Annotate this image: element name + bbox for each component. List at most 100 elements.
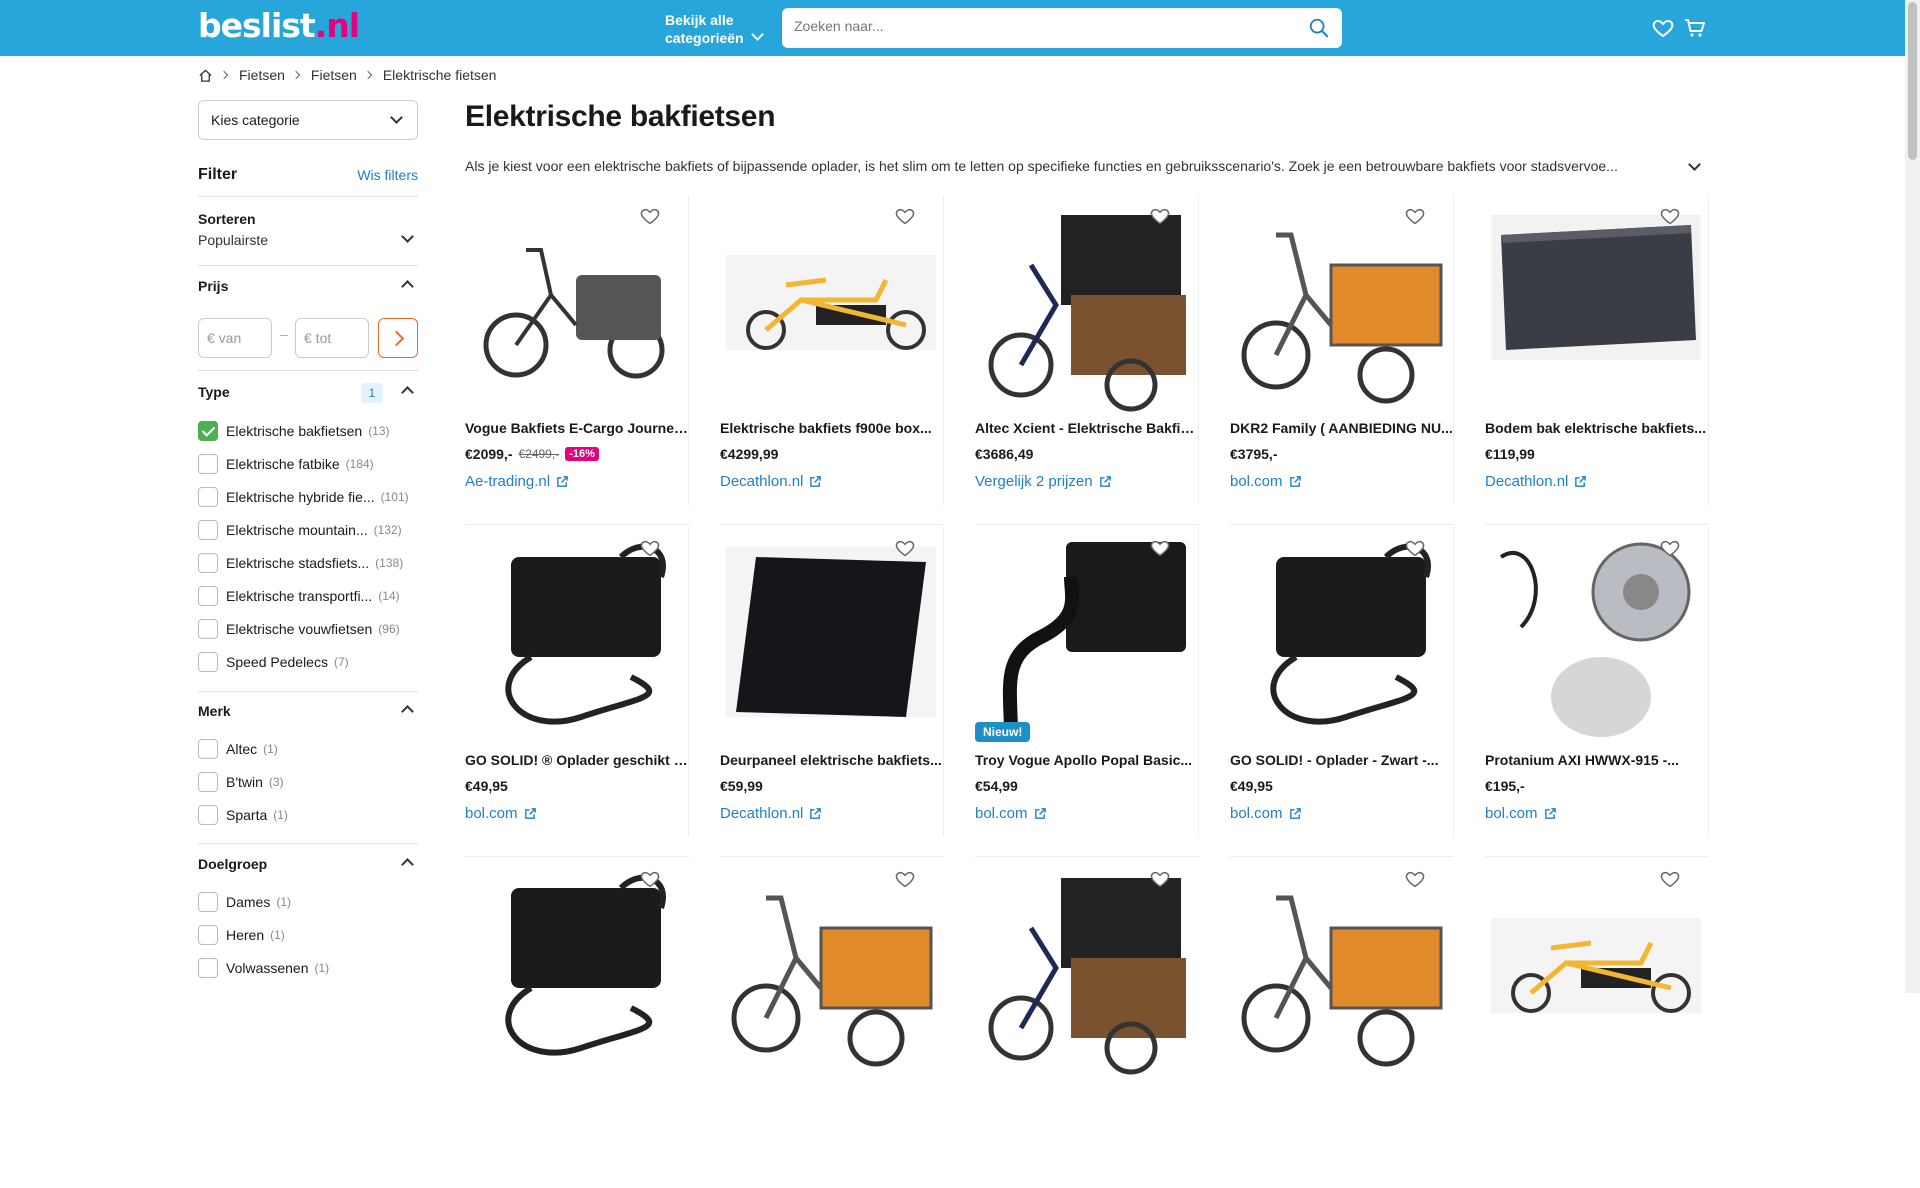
shop-link[interactable]: Vergelijk 2 prijzen [975, 473, 1112, 490]
checkbox[interactable] [198, 772, 218, 792]
filter-option[interactable]: Dames (1) [198, 891, 291, 913]
product-card[interactable]: Elektrische bakfiets f900e box... €4299,9… [720, 195, 944, 525]
price-from-input[interactable]: € van [198, 318, 272, 358]
product-card[interactable] [975, 858, 1199, 1188]
product-image[interactable] [726, 868, 936, 1078]
filter-option[interactable]: Elektrische fatbike (184) [198, 453, 374, 475]
product-name[interactable]: Altec Xcient - Elektrische Bakfiet... [975, 420, 1199, 436]
shop-link[interactable]: bol.com [975, 805, 1047, 822]
favorite-heart-icon[interactable] [1659, 205, 1681, 227]
shop-link[interactable]: bol.com [465, 805, 537, 822]
chevron-up-icon[interactable] [401, 386, 414, 399]
filter-option[interactable]: Elektrische vouwfietsen (96) [198, 618, 400, 640]
product-card[interactable] [465, 858, 689, 1188]
breadcrumb-link[interactable]: Fietsen [311, 67, 357, 83]
chevron-up-icon[interactable] [401, 280, 414, 293]
product-name[interactable]: Deurpaneel elektrische bakfiets... [720, 752, 944, 768]
checkbox[interactable] [198, 739, 218, 759]
filter-option[interactable]: Elektrische mountain... (132) [198, 519, 402, 541]
price-to-input[interactable]: € tot [295, 318, 369, 358]
product-image[interactable] [981, 205, 1191, 415]
product-name[interactable]: GO SOLID! - Oplader - Zwart -... [1230, 752, 1454, 768]
product-image[interactable] [471, 868, 681, 1078]
checkbox[interactable] [198, 925, 218, 945]
product-card[interactable]: Nieuw! Troy Vogue Apollo Popal Basic... €5… [975, 527, 1199, 857]
product-card[interactable] [1485, 858, 1709, 1188]
shop-link[interactable]: Decathlon.nl [720, 805, 822, 822]
favorite-heart-icon[interactable] [639, 868, 661, 890]
product-name[interactable]: Elektrische bakfiets f900e box... [720, 420, 944, 436]
favorite-heart-icon[interactable] [1149, 868, 1171, 890]
checkbox[interactable] [198, 892, 218, 912]
checkbox[interactable] [198, 487, 218, 507]
all-categories-button[interactable]: Bekijk alle categorieën [665, 11, 764, 47]
filter-option[interactable]: Sparta (1) [198, 804, 288, 826]
product-name[interactable]: GO SOLID! ® Oplader geschikt vo... [465, 752, 689, 768]
favorite-heart-icon[interactable] [894, 537, 916, 559]
product-image[interactable] [981, 537, 1191, 747]
breadcrumb-link[interactable]: Elektrische fietsen [383, 67, 497, 83]
filter-option[interactable]: Volwassenen (1) [198, 957, 329, 979]
page-scrollbar[interactable] [1905, 0, 1920, 993]
filter-option[interactable]: Altec (1) [198, 738, 278, 760]
chevron-up-icon[interactable] [401, 858, 414, 871]
breadcrumb-link[interactable]: Fietsen [239, 67, 285, 83]
price-apply-button[interactable] [378, 318, 418, 358]
product-card[interactable]: GO SOLID! ® Oplader geschikt vo... €49,95… [465, 527, 689, 857]
chevron-down-icon[interactable] [1688, 158, 1701, 171]
product-image[interactable] [726, 205, 936, 415]
favorite-heart-icon[interactable] [1149, 537, 1171, 559]
product-name[interactable]: Vogue Bakfiets E-Cargo Journey-... [465, 420, 689, 436]
checkbox[interactable] [198, 652, 218, 672]
favorite-heart-icon[interactable] [1404, 537, 1426, 559]
favorite-heart-icon[interactable] [1659, 868, 1681, 890]
home-icon[interactable] [198, 68, 213, 83]
shop-link[interactable]: bol.com [1230, 473, 1302, 490]
checkbox[interactable] [198, 619, 218, 639]
product-card[interactable]: Deurpaneel elektrische bakfiets... €59,99… [720, 527, 944, 857]
product-card[interactable] [1230, 858, 1454, 1188]
category-select[interactable]: Kies categorie [198, 100, 418, 140]
checkbox[interactable] [198, 520, 218, 540]
favorite-heart-icon[interactable] [639, 205, 661, 227]
product-card[interactable]: Altec Xcient - Elektrische Bakfiet... €36… [975, 195, 1199, 525]
favorite-heart-icon[interactable] [894, 205, 916, 227]
checkbox[interactable] [198, 958, 218, 978]
favorite-heart-icon[interactable] [1404, 868, 1426, 890]
checkbox[interactable] [198, 805, 218, 825]
filter-option[interactable]: Heren (1) [198, 924, 285, 946]
search-input[interactable] [794, 18, 1294, 34]
product-name[interactable]: DKR2 Family ( AANBIEDING NU... [1230, 420, 1454, 436]
checkbox[interactable] [198, 553, 218, 573]
favorite-heart-icon[interactable] [1659, 537, 1681, 559]
checkbox[interactable] [198, 421, 218, 441]
product-image[interactable] [1236, 205, 1446, 415]
product-name[interactable]: Bodem bak elektrische bakfiets... [1485, 420, 1709, 436]
cart-icon[interactable] [1683, 16, 1707, 40]
filter-option[interactable]: Elektrische bakfietsen (13) [198, 420, 390, 442]
product-image[interactable] [981, 868, 1191, 1078]
product-image[interactable] [726, 537, 936, 747]
search-icon[interactable] [1308, 17, 1330, 39]
product-card[interactable]: Protanium AXI HWWX-915 -... €195,- bol.com [1485, 527, 1709, 857]
favorite-heart-icon[interactable] [894, 868, 916, 890]
favorite-heart-icon[interactable] [1404, 205, 1426, 227]
scrollbar-thumb[interactable] [1908, 2, 1917, 160]
product-card[interactable]: Vogue Bakfiets E-Cargo Journey-... €2099,… [465, 195, 689, 525]
product-card[interactable]: GO SOLID! - Oplader - Zwart -... €49,95 bo… [1230, 527, 1454, 857]
filter-option[interactable]: Speed Pedelecs (7) [198, 651, 349, 673]
shop-link[interactable]: bol.com [1485, 805, 1557, 822]
chevron-up-icon[interactable] [401, 705, 414, 718]
product-name[interactable]: Protanium AXI HWWX-915 -... [1485, 752, 1709, 768]
product-image[interactable] [1236, 537, 1446, 747]
shop-link[interactable]: Ae-trading.nl [465, 473, 569, 490]
product-name[interactable]: Troy Vogue Apollo Popal Basic... [975, 752, 1199, 768]
product-image[interactable] [1236, 868, 1446, 1078]
filter-option[interactable]: Elektrische stadsfiets... (138) [198, 552, 403, 574]
favorite-heart-icon[interactable] [1149, 205, 1171, 227]
product-image[interactable] [1491, 205, 1701, 415]
favorite-heart-icon[interactable] [639, 537, 661, 559]
filter-option[interactable]: B'twin (3) [198, 771, 284, 793]
product-image[interactable] [1491, 537, 1701, 747]
product-card[interactable] [720, 858, 944, 1188]
